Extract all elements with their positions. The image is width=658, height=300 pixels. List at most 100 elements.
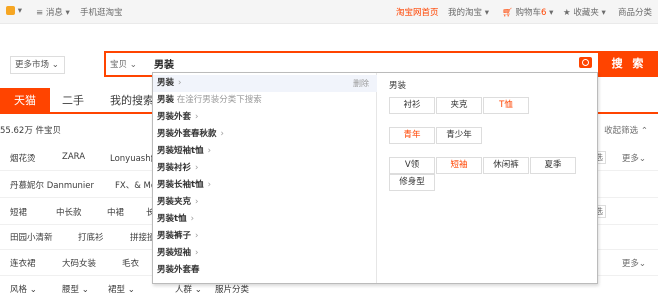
suggest-list: 男装 › 删除 男装 在淦行男装分类下搜索 男装外套 › 男装外套春秋款 › 男装短袖… bbox=[153, 73, 377, 283]
more-market-button[interactable]: 更多市场 ⌄ bbox=[10, 56, 65, 74]
chevron-right-icon: › bbox=[195, 248, 199, 258]
filter-option[interactable]: 田园小清新 bbox=[10, 231, 53, 243]
suggest-item-text: 男装短袖 bbox=[157, 248, 192, 258]
tab-secondhand[interactable]: 二手 bbox=[52, 88, 94, 114]
result-count: 55.62万 件宝贝 bbox=[0, 126, 62, 136]
attribute-label: 裙型 bbox=[108, 285, 126, 295]
cart-link[interactable]: 🛒︎ 购物车6 ▾ bbox=[502, 6, 553, 18]
my-taobao-link[interactable]: 我的淘宝 ▾ bbox=[448, 6, 489, 18]
suggest-item-text: 男装 bbox=[157, 95, 175, 105]
search-suggest-dropdown: 男装 › 删除 男装 在淦行男装分类下搜索 男装外套 › 男装外套春秋款 › 男装短袖… bbox=[152, 72, 598, 284]
filter-option[interactable]: 连衣裙 bbox=[10, 257, 36, 269]
chevron-right-icon: › bbox=[178, 78, 182, 88]
filter-option[interactable]: 打底衫 bbox=[78, 231, 104, 243]
attribute-label: 风格 bbox=[10, 285, 28, 295]
suggest-item[interactable]: 男装夹克 › bbox=[153, 194, 377, 211]
attribute-tag[interactable]: 短袖 bbox=[436, 157, 482, 174]
cart-label: 购物车 bbox=[515, 8, 542, 18]
attribute-dropdown[interactable]: 服片分类 bbox=[215, 283, 249, 295]
attribute-dropdown[interactable]: 腰型 ⌄ bbox=[62, 283, 89, 295]
filter-option[interactable]: 中长款 bbox=[56, 206, 82, 218]
more-market-label: 更多市场 bbox=[15, 60, 50, 70]
attribute-tag[interactable]: V领 bbox=[389, 157, 435, 174]
filter-option[interactable]: 中裙 bbox=[107, 206, 124, 218]
collapse-filter-button[interactable]: 收起筛选 ⌃ bbox=[604, 124, 648, 136]
chevron-right-icon: › bbox=[207, 146, 211, 156]
home-link[interactable]: 淘宝网首页 bbox=[396, 6, 439, 18]
suggest-item[interactable]: 男装 › 删除 bbox=[153, 75, 377, 92]
chevron-right-icon: › bbox=[195, 231, 199, 241]
messages-link[interactable]: ≡ 消息 ▾ bbox=[36, 6, 70, 18]
attribute-tag[interactable]: 休闲裤 bbox=[483, 157, 529, 174]
cart-count: 6 bbox=[541, 8, 547, 18]
mobile-link[interactable]: 手机逛淘宝 bbox=[80, 6, 123, 18]
suggest-item[interactable]: 男装短袖t恤 › bbox=[153, 143, 377, 160]
favorites-link[interactable]: ★ 收藏夹 ▾ bbox=[563, 6, 606, 18]
attribute-label: 腰型 bbox=[62, 285, 80, 295]
chevron-right-icon: › bbox=[195, 112, 199, 122]
filter-option[interactable]: ZARA bbox=[62, 152, 85, 162]
filter-option[interactable]: 大码女装 bbox=[62, 257, 96, 269]
suggest-item-text: 男装外套春秋款 bbox=[157, 129, 217, 139]
suggest-item[interactable]: 男装短袖 › bbox=[153, 245, 377, 262]
suggest-item-text: 男装外套 bbox=[157, 112, 192, 122]
suggest-item[interactable]: 男装外套 › bbox=[153, 109, 377, 126]
chevron-right-icon: › bbox=[195, 163, 199, 173]
filter-option[interactable]: 毛衣 bbox=[122, 257, 139, 269]
attribute-tag[interactable]: 青少年 bbox=[436, 127, 482, 144]
attribute-tag[interactable]: 夏季 bbox=[530, 157, 576, 174]
chevron-down-icon: ▾ bbox=[62, 8, 70, 18]
suggest-item-text: 男装 bbox=[157, 78, 175, 88]
delete-history-button[interactable]: 删除 bbox=[353, 75, 369, 92]
attribute-label: 服片分类 bbox=[215, 285, 250, 295]
star-icon: ★ bbox=[563, 8, 574, 18]
attribute-dropdown[interactable]: 人群 ⌄ bbox=[175, 283, 202, 295]
filter-option[interactable]: 丹慕妮尔 Danmunier bbox=[10, 179, 94, 191]
attribute-dropdown[interactable]: 裙型 ⌄ bbox=[108, 283, 135, 295]
chevron-down-icon: ⌄ bbox=[51, 60, 59, 70]
tab-tmall[interactable]: 天猫 bbox=[0, 88, 50, 114]
suggest-item[interactable]: 男装裤子 › bbox=[153, 228, 377, 245]
messages-label: 消息 bbox=[45, 8, 63, 18]
attribute-tag[interactable]: 修身型 bbox=[389, 174, 435, 191]
categories-link[interactable]: 商品分类 bbox=[618, 6, 652, 18]
chevron-right-icon: › bbox=[207, 180, 211, 190]
chevron-right-icon: › bbox=[220, 129, 224, 139]
camera-icon[interactable] bbox=[579, 57, 592, 68]
filter-option[interactable]: 短裙 bbox=[10, 206, 27, 218]
suggest-item[interactable]: 男装外套春秋款 › bbox=[153, 126, 377, 143]
favorites-label: 收藏夹 bbox=[573, 8, 599, 18]
attribute-tag[interactable]: 衬衫 bbox=[389, 97, 435, 114]
attribute-panel-title: 男装 bbox=[389, 81, 407, 91]
attribute-dropdown[interactable]: 风格 ⌄ bbox=[10, 283, 37, 295]
suggest-item-text: 男装t恤 bbox=[157, 214, 187, 224]
chevron-up-icon: ⌃ bbox=[640, 126, 648, 136]
suggest-item[interactable]: 男装外套春 bbox=[153, 262, 377, 279]
top-bar: ▾ ≡ 消息 ▾ 手机逛淘宝 淘宝网首页 我的淘宝 ▾ 🛒︎ 购物车6 ▾ ★ … bbox=[0, 0, 658, 24]
logo-icon[interactable]: ▾ bbox=[6, 6, 22, 16]
chevron-right-icon: › bbox=[190, 214, 194, 224]
my-taobao-label: 我的淘宝 bbox=[448, 8, 483, 18]
attribute-label: 人群 bbox=[175, 285, 193, 295]
search-category-select[interactable]: 宝贝 ⌄ bbox=[110, 58, 137, 70]
suggest-item-text: 男装衬衫 bbox=[157, 163, 192, 173]
suggest-item[interactable]: 男装 在淦行男装分类下搜索 bbox=[153, 92, 377, 109]
suggest-item-hint: 在淦行男装分类下搜索 bbox=[176, 95, 262, 105]
attribute-tag[interactable]: T恤 bbox=[483, 97, 529, 114]
suggest-item-text: 男装外套春 bbox=[157, 265, 200, 275]
suggest-item[interactable]: 男装t恤 › bbox=[153, 211, 377, 228]
suggest-item[interactable]: 男装长袖t恤 › bbox=[153, 177, 377, 194]
suggest-item[interactable]: 男装衬衫 › bbox=[153, 160, 377, 177]
attribute-tag[interactable]: 青年 bbox=[389, 127, 435, 144]
search-button[interactable]: 搜 索 bbox=[600, 51, 658, 77]
chevron-right-icon: › bbox=[195, 197, 199, 207]
attribute-tag[interactable]: 夹克 bbox=[436, 97, 482, 114]
more-button[interactable]: 更多⌄ bbox=[622, 257, 646, 269]
mail-icon: ≡ bbox=[36, 8, 46, 18]
filter-option[interactable]: FX、& Mo bbox=[115, 179, 156, 191]
more-label: 更多 bbox=[621, 154, 639, 164]
search-input[interactable]: 男装 bbox=[154, 56, 174, 71]
suggest-item-text: 男装长袖t恤 bbox=[157, 180, 204, 190]
more-button[interactable]: 更多⌄ bbox=[622, 152, 646, 164]
filter-option[interactable]: 烟花烫 bbox=[10, 152, 36, 164]
